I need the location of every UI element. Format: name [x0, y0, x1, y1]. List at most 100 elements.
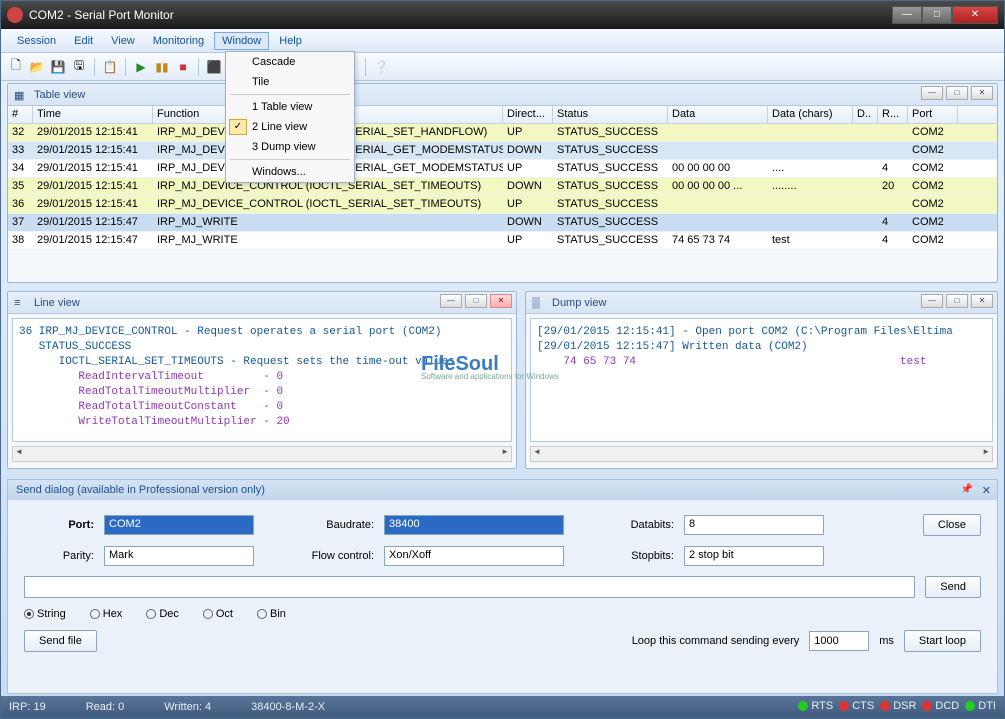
status-irp: IRP: 19	[9, 701, 46, 713]
play-icon[interactable]: ▶	[132, 58, 150, 76]
port-select[interactable]: COM2	[104, 515, 254, 535]
databits-label: Databits:	[604, 519, 674, 531]
lines-icon: ≡	[14, 297, 28, 309]
sd-close-icon[interactable]: ✕	[982, 484, 991, 497]
menu-help[interactable]: Help	[271, 32, 310, 50]
dumpview-title: Dump view	[552, 297, 606, 309]
pause-icon[interactable]: ▮▮	[153, 58, 171, 76]
filter-icon[interactable]: ⬛	[205, 58, 223, 76]
flow-select[interactable]: Xon/Xoff	[384, 546, 564, 566]
table-row[interactable]: 3529/01/2015 12:15:41IRP_MJ_DEVICE_CONTR…	[8, 178, 997, 196]
parity-select[interactable]: Mark	[104, 546, 254, 566]
parity-label: Parity:	[24, 550, 94, 562]
maximize-button[interactable]: □	[922, 6, 952, 24]
titlebar[interactable]: COM2 - Serial Port Monitor — □ ✕	[1, 1, 1004, 29]
radio-string[interactable]	[24, 609, 34, 619]
loop-unit: ms	[879, 635, 894, 647]
table-view-panel: ▦ Table view — □ ✕ #TimeFunctionDirect..…	[7, 83, 998, 283]
menu-edit[interactable]: Edit	[66, 32, 101, 50]
new-icon[interactable]: 🗋	[7, 58, 25, 76]
radio-oct[interactable]	[203, 609, 213, 619]
help-icon[interactable]: ❔	[372, 58, 390, 76]
sendfile-button[interactable]: Send file	[24, 630, 97, 652]
tv-min-button[interactable]: —	[921, 86, 943, 100]
col-direct[interactable]: Direct...	[503, 106, 553, 123]
lv-hscrollbar[interactable]	[12, 446, 512, 462]
menu-window[interactable]: Window	[214, 32, 269, 50]
col-time[interactable]: Time	[33, 106, 153, 123]
table-row[interactable]: 3629/01/2015 12:15:41IRP_MJ_DEVICE_CONTR…	[8, 196, 997, 214]
lv-close-button[interactable]: ✕	[490, 294, 512, 308]
stop-icon[interactable]: ■	[174, 58, 192, 76]
minimize-button[interactable]: —	[892, 6, 922, 24]
table-header[interactable]: #TimeFunctionDirect...StatusDataData (ch…	[8, 106, 997, 124]
stopbits-label: Stopbits:	[604, 550, 674, 562]
dv-max-button[interactable]: □	[946, 294, 968, 308]
tv-close-button[interactable]: ✕	[971, 86, 993, 100]
check-icon: ✓	[229, 119, 247, 135]
close-button[interactable]: ✕	[952, 6, 998, 24]
status-read: Read: 0	[86, 701, 125, 713]
col-port[interactable]: Port	[908, 106, 958, 123]
stopbits-select[interactable]: 2 stop bit	[684, 546, 824, 566]
startloop-button[interactable]: Start loop	[904, 630, 981, 652]
dd-lineview[interactable]: ✓2 Line view	[226, 117, 354, 137]
send-input[interactable]	[24, 576, 915, 598]
app-icon	[7, 7, 23, 23]
col-datachars[interactable]: Data (chars)	[768, 106, 853, 123]
tv-max-button[interactable]: □	[946, 86, 968, 100]
led-cts: CTS	[839, 700, 874, 712]
databits-select[interactable]: 8	[684, 515, 824, 535]
led-rts: RTS	[798, 700, 833, 712]
baud-select[interactable]: 38400	[384, 515, 564, 535]
dv-hscrollbar[interactable]	[530, 446, 993, 462]
close-button2[interactable]: Close	[923, 514, 981, 536]
send-dialog: Send dialog (available in Professional v…	[7, 479, 998, 694]
dv-close-button[interactable]: ✕	[971, 294, 993, 308]
port-label: Port:	[24, 519, 94, 531]
senddialog-title: Send dialog (available in Professional v…	[16, 484, 265, 496]
table-row[interactable]: 3729/01/2015 12:15:47IRP_MJ_WRITEDOWNSTA…	[8, 214, 997, 232]
dd-cascade[interactable]: Cascade	[226, 52, 354, 72]
table-row[interactable]: 3329/01/2015 12:15:41IRP_MJ_DEVICE_CONTR…	[8, 142, 997, 160]
app-window: COM2 - Serial Port Monitor — □ ✕ Session…	[0, 0, 1005, 719]
dd-tile[interactable]: Tile	[226, 72, 354, 92]
dv-min-button[interactable]: —	[921, 294, 943, 308]
col-[interactable]: #	[8, 106, 33, 123]
led-dti: DTI	[965, 700, 996, 712]
dd-dumpview[interactable]: 3 Dump view	[226, 137, 354, 157]
window-dropdown: Cascade Tile 1 Table view ✓2 Line view 3…	[225, 51, 355, 183]
lv-min-button[interactable]: —	[440, 294, 462, 308]
radio-dec[interactable]	[146, 609, 156, 619]
col-r[interactable]: R...	[878, 106, 908, 123]
flow-label: Flow control:	[304, 550, 374, 562]
lv-max-button[interactable]: □	[465, 294, 487, 308]
menu-session[interactable]: Session	[9, 32, 64, 50]
dd-tableview[interactable]: 1 Table view	[226, 97, 354, 117]
col-data[interactable]: Data	[668, 106, 768, 123]
table-row[interactable]: 3829/01/2015 12:15:47IRP_MJ_WRITEUPSTATU…	[8, 232, 997, 250]
radio-bin[interactable]	[257, 609, 267, 619]
radio-hex[interactable]	[90, 609, 100, 619]
save-icon[interactable]: 💾	[49, 58, 67, 76]
menu-monitoring[interactable]: Monitoring	[145, 32, 212, 50]
led-dsr: DSR	[880, 700, 916, 712]
copy-icon[interactable]: 📋	[101, 58, 119, 76]
statusbar: IRP: 19 Read: 0 Written: 4 38400-8-M-2-X…	[1, 696, 1004, 718]
open-icon[interactable]: 📂	[28, 58, 46, 76]
grid-icon: ▦	[14, 89, 28, 101]
led-dcd: DCD	[922, 700, 959, 712]
baud-label: Baudrate:	[304, 519, 374, 531]
loop-input[interactable]	[809, 631, 869, 651]
menu-view[interactable]: View	[103, 32, 143, 50]
table-row[interactable]: 3429/01/2015 12:15:41IRP_MJ_DEVICE_CONTR…	[8, 160, 997, 178]
pin-icon[interactable]: 📌	[961, 484, 973, 495]
table-row[interactable]: 3229/01/2015 12:15:41IRP_MJ_DEVICE_CONTR…	[8, 124, 997, 142]
send-button[interactable]: Send	[925, 576, 981, 598]
col-d[interactable]: D..	[853, 106, 878, 123]
dd-windows[interactable]: Windows...	[226, 162, 354, 182]
dump-view-panel: ▒ Dump view — □ ✕ [29/01/2015 12:15:41] …	[525, 291, 998, 469]
col-status[interactable]: Status	[553, 106, 668, 123]
status-written: Written: 4	[164, 701, 211, 713]
saveas-icon[interactable]: 🖫	[70, 58, 88, 76]
